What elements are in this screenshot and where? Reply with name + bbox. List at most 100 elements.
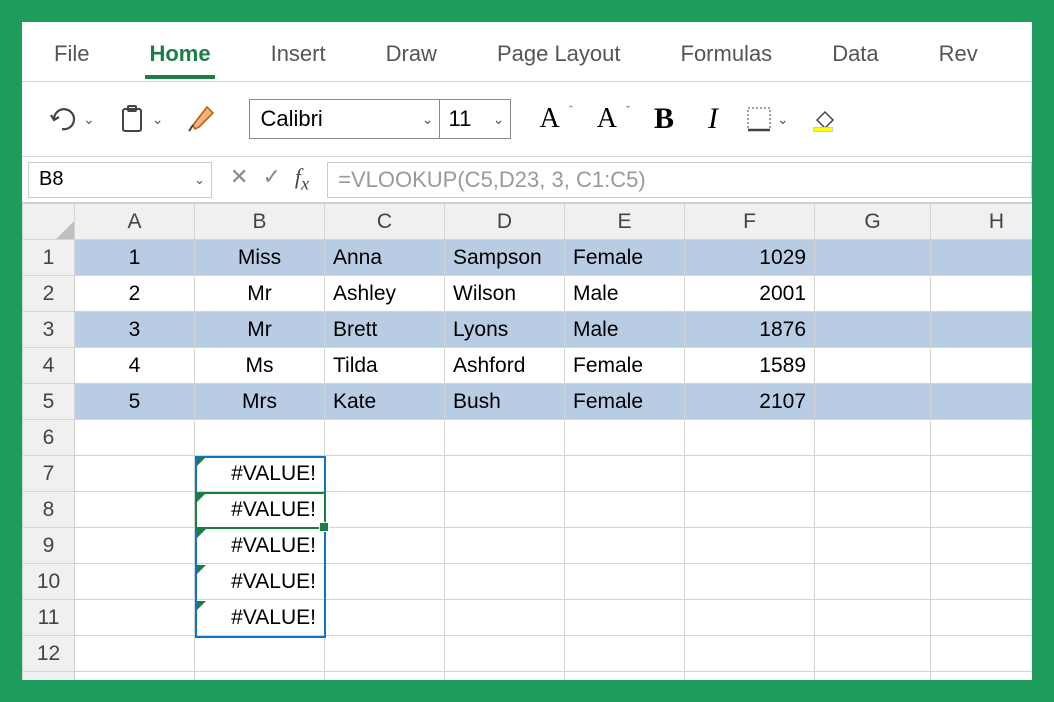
cell[interactable]: 3 [75, 312, 195, 348]
cell[interactable] [325, 528, 445, 564]
row-header-2[interactable]: 2 [23, 276, 75, 312]
cell[interactable]: 1876 [685, 312, 815, 348]
cell[interactable] [931, 312, 1033, 348]
bold-button[interactable]: B [648, 102, 680, 136]
cell[interactable] [75, 672, 195, 681]
cell[interactable]: 2107 [685, 384, 815, 420]
cell-B7[interactable]: #VALUE! [195, 456, 325, 492]
cancel-formula-button[interactable]: ✕ [230, 164, 248, 194]
cell[interactable]: 1589 [685, 348, 815, 384]
insert-function-button[interactable]: fx [295, 164, 309, 194]
cell[interactable] [325, 420, 445, 456]
select-all-corner[interactable] [23, 204, 75, 240]
borders-button[interactable]: ⌄ [746, 106, 789, 132]
cell-B11[interactable]: #VALUE! [195, 600, 325, 636]
undo-button[interactable]: ⌄ [48, 105, 95, 133]
cell[interactable] [815, 312, 931, 348]
cell[interactable]: Sampson [445, 240, 565, 276]
tab-file[interactable]: File [50, 35, 93, 79]
cell[interactable] [815, 348, 931, 384]
row-header-1[interactable]: 1 [23, 240, 75, 276]
cell[interactable] [565, 420, 685, 456]
cell[interactable] [445, 528, 565, 564]
cell[interactable] [195, 636, 325, 672]
cell[interactable] [75, 600, 195, 636]
cell[interactable]: 5 [75, 384, 195, 420]
cell[interactable] [565, 492, 685, 528]
cell-B8[interactable]: #VALUE! [195, 492, 325, 528]
cell[interactable] [685, 564, 815, 600]
cell[interactable]: Anna [325, 240, 445, 276]
row-header-13[interactable]: 13 [23, 672, 75, 681]
cell[interactable] [815, 456, 931, 492]
cell[interactable] [75, 492, 195, 528]
cell[interactable] [685, 528, 815, 564]
cell[interactable] [685, 456, 815, 492]
cell[interactable] [931, 600, 1033, 636]
cell[interactable] [75, 564, 195, 600]
increase-font-button[interactable]: Aˆ [533, 103, 568, 135]
cell[interactable] [445, 492, 565, 528]
col-header-A[interactable]: A [75, 204, 195, 240]
cell[interactable] [815, 672, 931, 681]
cell[interactable] [325, 636, 445, 672]
tab-insert[interactable]: Insert [267, 35, 330, 79]
col-header-C[interactable]: C [325, 204, 445, 240]
row-header-4[interactable]: 4 [23, 348, 75, 384]
paste-button[interactable]: ⌄ [117, 104, 164, 134]
spreadsheet-grid[interactable]: A B C D E F G H 1 1 Miss Anna Sampson Fe… [22, 203, 1032, 680]
cell[interactable] [195, 420, 325, 456]
fill-color-button[interactable] [811, 108, 837, 130]
cell[interactable] [931, 420, 1033, 456]
cell[interactable]: Mr [195, 276, 325, 312]
cell[interactable] [685, 420, 815, 456]
cell-B9[interactable]: #VALUE! [195, 528, 325, 564]
cell[interactable]: 2001 [685, 276, 815, 312]
accept-formula-button[interactable]: ✓ [262, 164, 280, 194]
italic-button[interactable]: I [702, 102, 724, 136]
font-size-select[interactable]: 11 ⌄ [440, 100, 510, 138]
cell[interactable] [815, 636, 931, 672]
cell[interactable] [931, 492, 1033, 528]
col-header-H[interactable]: H [931, 204, 1033, 240]
cell[interactable] [75, 420, 195, 456]
col-header-E[interactable]: E [565, 204, 685, 240]
row-header-3[interactable]: 3 [23, 312, 75, 348]
cell[interactable] [445, 456, 565, 492]
row-header-5[interactable]: 5 [23, 384, 75, 420]
row-header-10[interactable]: 10 [23, 564, 75, 600]
cell[interactable] [931, 564, 1033, 600]
cell[interactable]: Ms [195, 348, 325, 384]
cell[interactable]: 4 [75, 348, 195, 384]
cell[interactable] [325, 564, 445, 600]
cell[interactable] [685, 672, 815, 681]
row-header-6[interactable]: 6 [23, 420, 75, 456]
cell[interactable] [325, 456, 445, 492]
cell[interactable] [325, 492, 445, 528]
cell[interactable] [565, 456, 685, 492]
cell[interactable] [931, 456, 1033, 492]
tab-formulas[interactable]: Formulas [677, 35, 777, 79]
cell[interactable]: Male [565, 312, 685, 348]
cell[interactable] [445, 672, 565, 681]
cell[interactable] [931, 348, 1033, 384]
cell[interactable]: Bush [445, 384, 565, 420]
tab-page-layout[interactable]: Page Layout [493, 35, 625, 79]
cell[interactable] [931, 384, 1033, 420]
font-name-select[interactable]: Calibri ⌄ [250, 100, 440, 138]
cell[interactable]: 1 [75, 240, 195, 276]
cell[interactable]: Wilson [445, 276, 565, 312]
cell-B10[interactable]: #VALUE! [195, 564, 325, 600]
cell[interactable]: Kate [325, 384, 445, 420]
decrease-font-button[interactable]: Aˇ [591, 103, 626, 135]
cell[interactable]: Ashley [325, 276, 445, 312]
col-header-G[interactable]: G [815, 204, 931, 240]
cell[interactable] [565, 528, 685, 564]
cell[interactable] [685, 600, 815, 636]
row-header-11[interactable]: 11 [23, 600, 75, 636]
cell[interactable] [685, 636, 815, 672]
formula-bar-input[interactable]: =VLOOKUP(C5,D23, 3, C1:C5) [327, 162, 1032, 198]
cell[interactable] [931, 240, 1033, 276]
cell[interactable]: 2 [75, 276, 195, 312]
cell[interactable] [815, 528, 931, 564]
